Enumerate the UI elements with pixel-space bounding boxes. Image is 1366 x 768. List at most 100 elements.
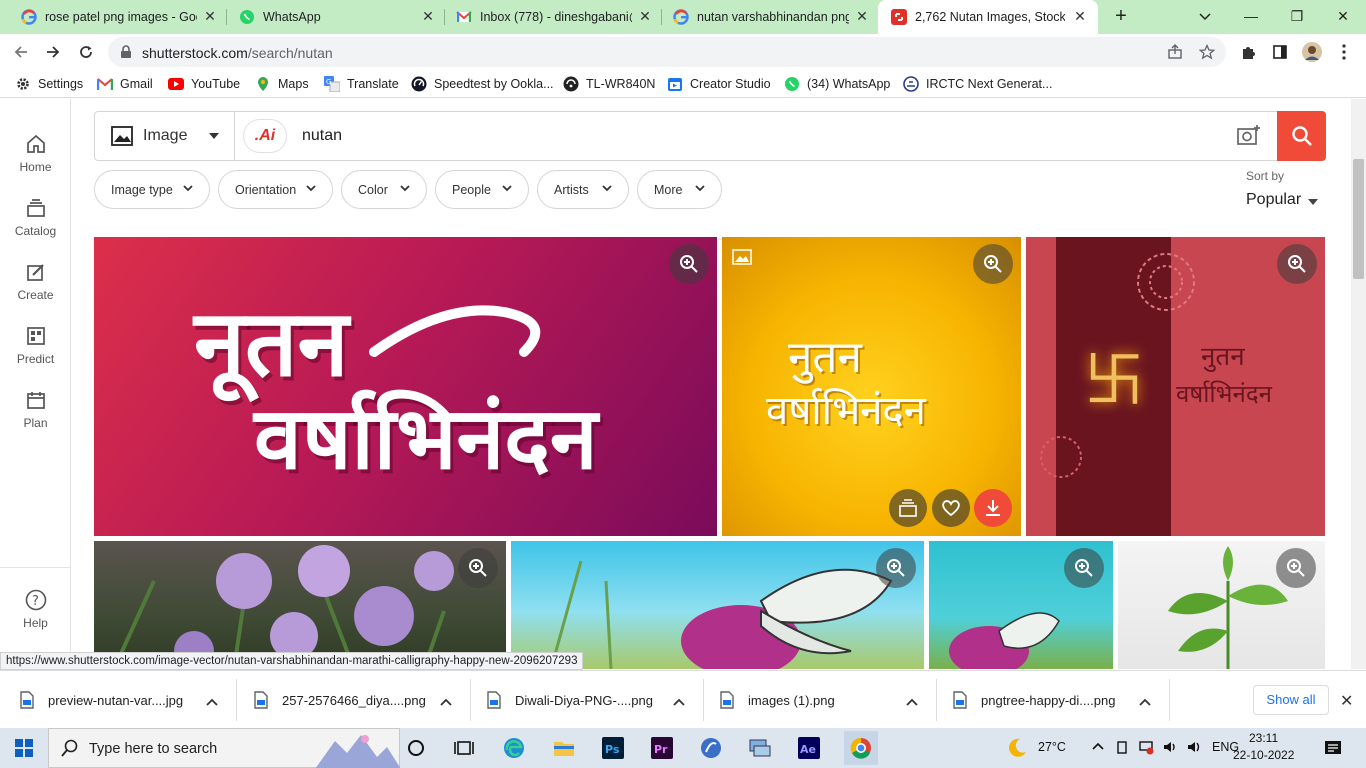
image-result-nutan-varshabhinandan-magenta[interactable]: नूतन वर्षाभिनंदन — [94, 237, 717, 536]
network-app-icon[interactable] — [746, 734, 774, 762]
image-result-nutan-varshabhinandan-swastik[interactable]: 卐 नुतन वर्षाभिनंदन — [1026, 237, 1325, 536]
close-window-button[interactable]: ✕ — [1332, 5, 1354, 27]
filter-artists[interactable]: Artists — [537, 170, 629, 209]
tab-search-icon[interactable] — [1194, 5, 1216, 27]
image-result-butterfly-thistle[interactable] — [511, 541, 924, 669]
notifications-icon[interactable] — [1324, 739, 1342, 760]
image-result-purple-allium-flowers[interactable] — [94, 541, 506, 669]
media-app-icon[interactable] — [697, 734, 725, 762]
bookmark-gmail[interactable]: Gmail — [97, 75, 153, 93]
chevron-up-icon[interactable] — [206, 694, 218, 709]
side-panel-icon[interactable] — [1268, 40, 1292, 64]
cortana-icon[interactable] — [402, 734, 430, 762]
filter-more[interactable]: More — [637, 170, 722, 209]
taskbar-search-box[interactable]: Type here to search — [48, 728, 401, 768]
bookmark-youtube[interactable]: YouTube — [168, 75, 240, 93]
forward-button[interactable] — [41, 40, 65, 64]
image-result-butterfly-thistle-small[interactable] — [929, 541, 1113, 669]
scrollbar-thumb[interactable] — [1353, 159, 1364, 279]
download-button[interactable] — [974, 489, 1012, 527]
share-icon[interactable] — [1163, 40, 1187, 64]
clock-date[interactable]: 22-10-2022 — [1233, 748, 1294, 762]
zoom-button[interactable] — [876, 548, 916, 588]
tab-gmail-inbox[interactable]: Inbox (778) - dineshgabani@ ✕ — [435, 0, 661, 34]
address-bar[interactable]: shutterstock.com/search/nutan — [108, 37, 1226, 67]
minimize-button[interactable]: — — [1240, 5, 1262, 27]
chevron-up-icon[interactable] — [906, 694, 918, 709]
download-item[interactable]: pngtree-happy-di....png — [933, 671, 1169, 729]
speaker-icon[interactable] — [1186, 739, 1202, 758]
extensions-icon[interactable] — [1236, 40, 1260, 64]
filter-orientation[interactable]: Orientation — [218, 170, 333, 209]
close-tab-icon[interactable]: ✕ — [202, 8, 218, 24]
rail-item-help[interactable]: ? Help — [0, 588, 71, 630]
download-item[interactable]: preview-nutan-var....jpg — [0, 671, 236, 729]
reload-button[interactable] — [74, 40, 98, 64]
sort-dropdown[interactable]: Popular — [1246, 191, 1301, 209]
bookmark-translate[interactable]: G Translate — [324, 75, 399, 93]
task-view-icon[interactable] — [450, 734, 478, 762]
premiere-icon[interactable]: Pr — [648, 734, 676, 762]
close-shelf-icon[interactable]: ✕ — [1340, 691, 1353, 711]
bookmark-star-icon[interactable] — [1195, 40, 1219, 64]
close-tab-icon[interactable]: ✕ — [854, 8, 870, 24]
bookmark-speedtest[interactable]: Speedtest by Ookla... — [411, 75, 554, 93]
chevron-up-icon[interactable] — [440, 694, 452, 709]
zoom-button[interactable] — [1276, 548, 1316, 588]
chrome-taskbar-icon[interactable] — [844, 731, 878, 765]
zoom-button[interactable] — [1277, 244, 1317, 284]
tab-whatsapp[interactable]: WhatsApp ✕ — [218, 0, 444, 34]
bookmark-irctc[interactable]: IRCTC Next Generat... — [903, 75, 1052, 93]
filter-color[interactable]: Color — [341, 170, 427, 209]
image-result-green-leaves[interactable] — [1118, 541, 1325, 669]
rail-item-create[interactable]: Create — [0, 260, 71, 302]
rail-item-home[interactable]: Home — [0, 132, 71, 174]
file-explorer-icon[interactable] — [550, 734, 578, 762]
zoom-button[interactable] — [1064, 548, 1104, 588]
close-tab-icon[interactable]: ✕ — [637, 8, 653, 24]
chevron-up-icon[interactable] — [673, 694, 685, 709]
tab-google-rose-patel[interactable]: rose patel png images - Goo ✕ — [0, 0, 226, 34]
weather-moon-icon[interactable] — [1003, 734, 1031, 762]
favorite-button[interactable] — [932, 489, 970, 527]
download-item[interactable]: images (1).png — [700, 671, 936, 729]
restore-button[interactable]: ❐ — [1286, 5, 1308, 27]
caret-down-icon[interactable] — [1308, 199, 1318, 205]
lock-icon[interactable] — [120, 45, 132, 62]
bookmark-whatsapp[interactable]: (34) WhatsApp — [784, 75, 890, 93]
rail-item-catalog[interactable]: Catalog — [0, 196, 71, 238]
download-item[interactable]: 257-2576466_diya....png — [234, 671, 470, 729]
download-item[interactable]: Diwali-Diya-PNG-....png — [467, 671, 703, 729]
edge-icon[interactable] — [500, 734, 528, 762]
show-all-downloads-button[interactable]: Show all — [1253, 685, 1329, 715]
zoom-button[interactable] — [669, 244, 709, 284]
bookmark-settings[interactable]: Settings — [15, 75, 83, 93]
volume-icon[interactable] — [1162, 739, 1178, 758]
search-by-image-icon[interactable] — [1237, 124, 1261, 149]
page-scrollbar[interactable] — [1351, 99, 1366, 669]
search-button[interactable] — [1277, 111, 1326, 161]
bookmark-tl-wr840n[interactable]: TL-WR840N — [563, 75, 655, 93]
profile-avatar[interactable] — [1300, 40, 1324, 64]
rail-item-plan[interactable]: Plan — [0, 388, 71, 430]
bookmark-maps[interactable]: Maps — [255, 75, 309, 93]
rail-item-predict[interactable]: Predict — [0, 324, 71, 366]
zoom-button[interactable] — [458, 548, 498, 588]
ai-search-toggle[interactable]: .Ai — [243, 119, 287, 153]
after-effects-icon[interactable]: Ae — [795, 734, 823, 762]
new-tab-button[interactable]: + — [1110, 5, 1132, 27]
image-result-nutan-varshabhinandan-yellow[interactable]: नुतन वर्षाभिनंदन — [722, 237, 1021, 536]
windows-start-icon[interactable] — [10, 734, 38, 762]
tab-shutterstock[interactable]: 2,762 Nutan Images, Stock Ph ✕ — [878, 0, 1098, 34]
tab-google-nutan[interactable]: nutan varshabhinandan png ✕ — [652, 0, 878, 34]
weather-temperature[interactable]: 27°C — [1038, 740, 1066, 754]
search-input[interactable]: nutan — [302, 127, 342, 145]
filter-image-type[interactable]: Image type — [94, 170, 210, 209]
back-button[interactable] — [9, 40, 33, 64]
clock-time[interactable]: 23:11 — [1249, 731, 1278, 745]
photoshop-icon[interactable]: Ps — [599, 734, 627, 762]
network-status-icon[interactable] — [1138, 739, 1154, 758]
add-to-collection-button[interactable] — [889, 489, 927, 527]
search-type-dropdown[interactable]: Image — [95, 112, 235, 160]
usb-icon[interactable] — [1115, 739, 1129, 758]
